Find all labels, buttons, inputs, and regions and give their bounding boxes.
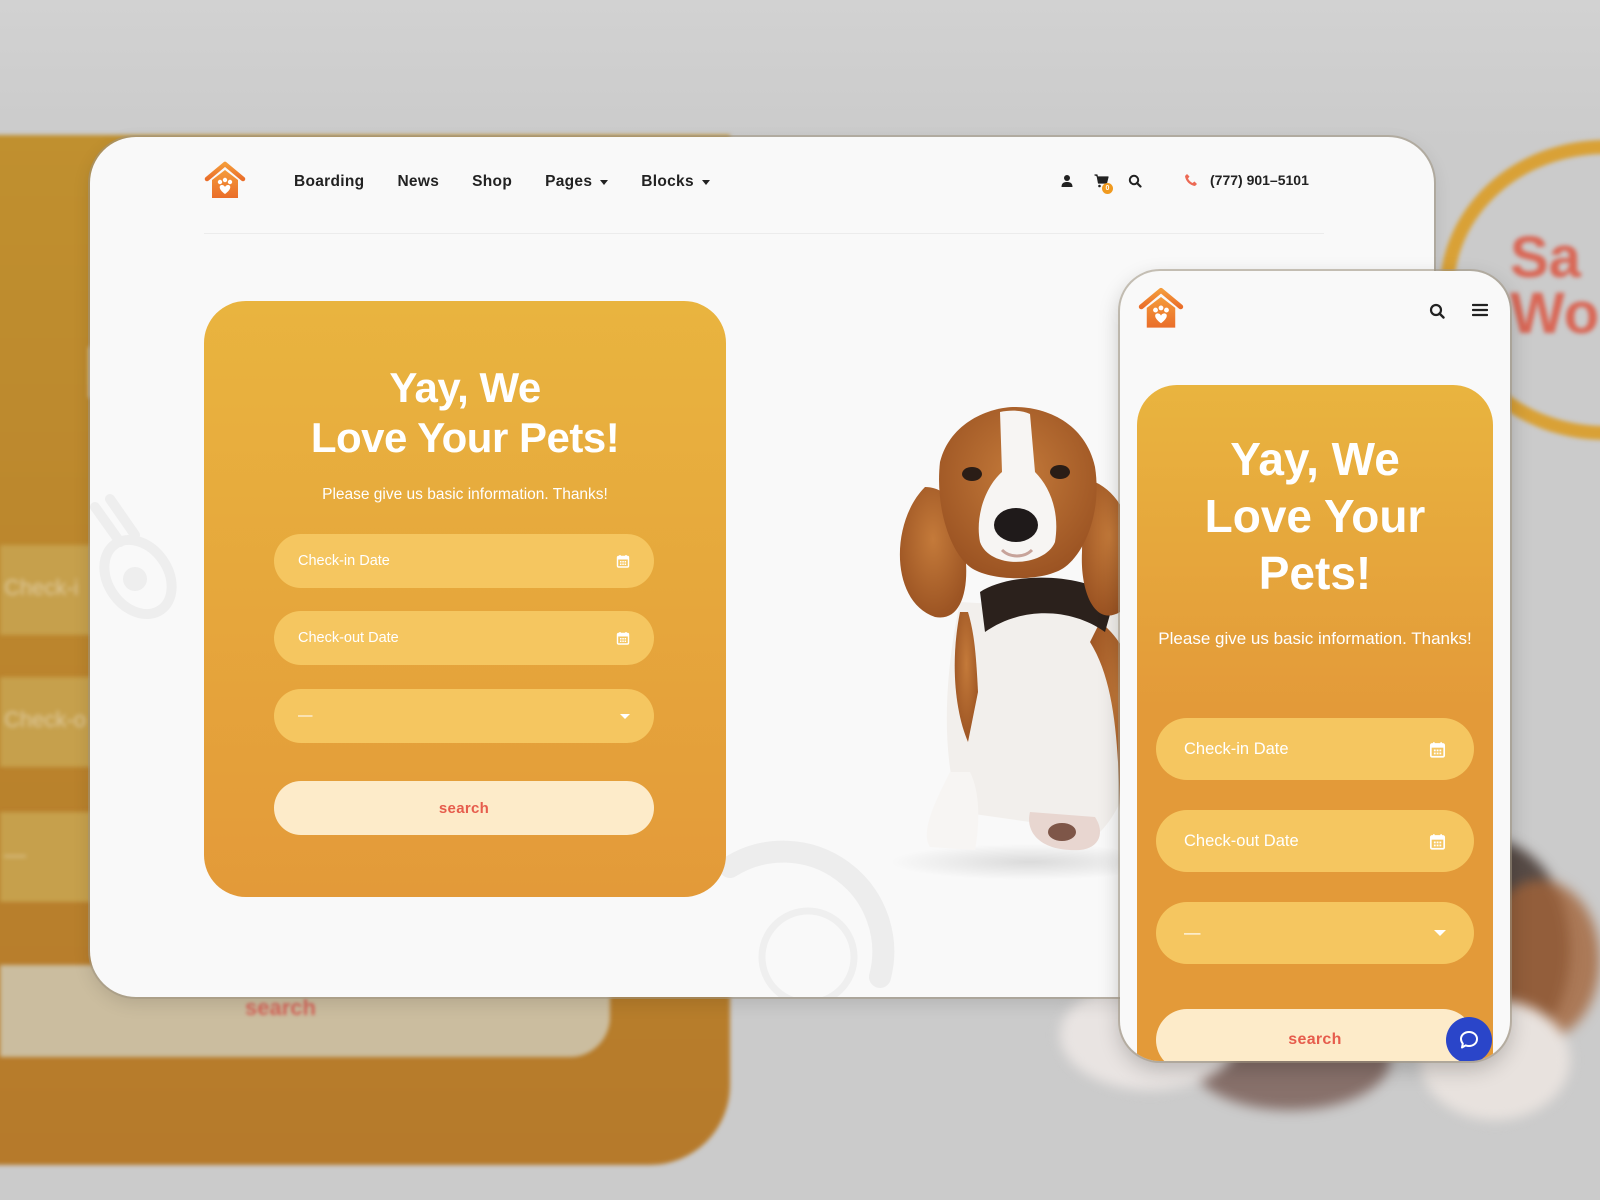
nav-link-news[interactable]: News — [397, 173, 439, 191]
paw-outline-decoration — [90, 494, 177, 620]
nav-link-label: Blocks — [641, 173, 694, 190]
mobile-checkout-date-field[interactable]: Check-out Date — [1156, 810, 1474, 872]
search-icon[interactable] — [1429, 303, 1445, 319]
mobile-window: Yay, We Love Your Pets! Please give us b… — [1120, 271, 1510, 1061]
nav-links: Boarding News Shop Pages Blocks — [294, 173, 743, 191]
select-value: — — [298, 708, 313, 724]
nav-link-pages[interactable]: Pages — [545, 173, 609, 191]
hero-title-line1: Yay, We — [389, 364, 541, 411]
mobile-hero-title-line2: Love Your — [1204, 490, 1426, 542]
booking-card: Yay, We Love Your Pets! Please give us b… — [204, 301, 726, 897]
checkin-date-placeholder: Check-in Date — [298, 553, 390, 569]
mobile-hero-subtitle: Please give us basic information. Thanks… — [1158, 629, 1472, 648]
chevron-down-icon — [620, 713, 630, 719]
hero-title: Yay, We Love Your Pets! — [204, 363, 726, 463]
checkin-date-field[interactable]: Check-in Date — [274, 534, 654, 588]
hero-subtitle: Please give us basic information. Thanks… — [322, 486, 608, 503]
pet-house-logo[interactable] — [1138, 287, 1184, 328]
search-button-label: search — [438, 799, 490, 817]
backdrop-circle-text-line2: Wo — [1510, 281, 1600, 346]
mobile-booking-card: Yay, We Love Your Pets! Please give us b… — [1137, 385, 1493, 1061]
checkout-date-placeholder: Check-out Date — [1184, 831, 1299, 850]
search-icon[interactable] — [1128, 174, 1142, 188]
menu-icon[interactable] — [1472, 303, 1488, 317]
user-icon[interactable] — [1060, 174, 1074, 188]
nav-divider — [204, 233, 1324, 234]
mobile-search-button[interactable]: search — [1156, 1009, 1474, 1061]
nav-link-label: News — [397, 173, 440, 190]
chat-button[interactable] — [1446, 1017, 1492, 1061]
backdrop-circle-text-line1: Sa — [1510, 225, 1581, 290]
phone-number: (777) 901–5101 — [1210, 172, 1309, 188]
chevron-down-icon — [701, 179, 710, 185]
calendar-icon[interactable] — [1429, 741, 1446, 758]
checkout-date-field[interactable]: Check-out Date — [274, 611, 654, 665]
select-value: — — [1184, 923, 1201, 942]
calendar-icon[interactable] — [1429, 833, 1446, 850]
cart-button[interactable]: 0 — [1094, 174, 1113, 194]
nav-link-label: Pages — [545, 173, 593, 190]
mobile-hero-title-line3: Pets! — [1258, 547, 1372, 599]
pet-house-logo[interactable] — [204, 161, 246, 201]
calendar-icon[interactable] — [616, 631, 630, 645]
search-button-label: search — [1288, 1031, 1342, 1048]
nav-icons: 0 — [1060, 174, 1142, 194]
search-button[interactable]: search — [274, 781, 654, 835]
hero-title-line2: Love Your Pets! — [310, 414, 620, 461]
mobile-hero-title-line1: Yay, We — [1230, 433, 1400, 485]
main-navigation: Boarding News Shop Pages Blocks 0 (777) … — [90, 137, 1434, 233]
mobile-hero-title: Yay, We Love Your Pets! — [1137, 431, 1493, 602]
backdrop-circle-text: Sa Wo — [1510, 225, 1600, 346]
backdrop-search-label: search — [245, 995, 316, 1020]
pet-select-dropdown[interactable]: — — [274, 689, 654, 743]
nav-link-shop[interactable]: Shop — [472, 173, 512, 191]
phone-link[interactable]: (777) 901–5101 — [1184, 172, 1309, 188]
mobile-pet-select-dropdown[interactable]: — — [1156, 902, 1474, 964]
chat-bubble-icon — [1460, 1031, 1478, 1049]
checkin-date-placeholder: Check-in Date — [1184, 739, 1289, 758]
cart-count-badge: 0 — [1102, 183, 1113, 194]
nav-link-label: Boarding — [294, 173, 365, 190]
nav-link-blocks[interactable]: Blocks — [641, 173, 710, 191]
phone-icon — [1185, 174, 1197, 186]
nav-link-label: Shop — [472, 173, 513, 190]
chevron-down-icon — [1434, 930, 1446, 936]
calendar-icon[interactable] — [616, 554, 630, 568]
nav-link-boarding[interactable]: Boarding — [294, 173, 364, 191]
backdrop-top — [0, 0, 1600, 140]
mobile-checkin-date-field[interactable]: Check-in Date — [1156, 718, 1474, 780]
checkout-date-placeholder: Check-out Date — [298, 630, 399, 646]
chevron-down-icon — [600, 179, 609, 185]
